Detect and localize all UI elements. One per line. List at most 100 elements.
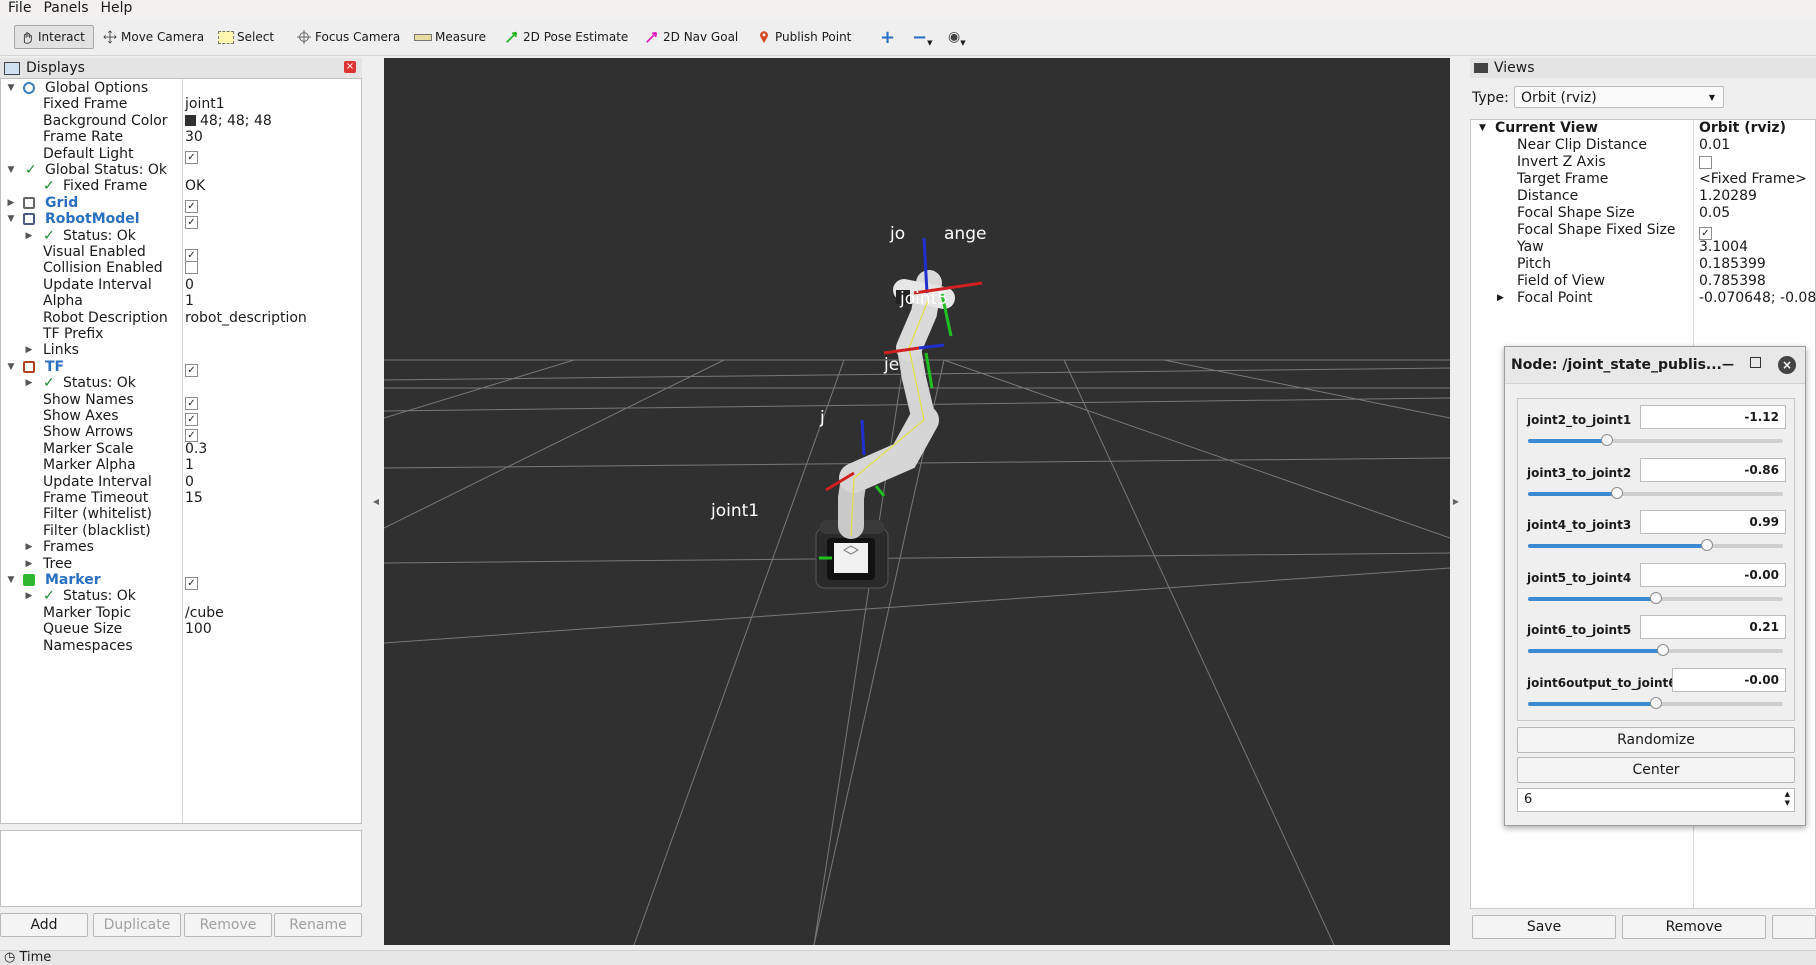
slider-handle[interactable] (1611, 486, 1624, 499)
type-label: Type: (1472, 90, 1509, 106)
view-property-row[interactable]: Invert Z Axis (1471, 154, 1816, 171)
view-property-row[interactable]: Target Frame <Fixed Frame> (1471, 171, 1816, 188)
focus-camera-label: Focus Camera (315, 30, 401, 44)
view-property-value: -0.070648; -0.0814 (1699, 290, 1816, 306)
joint-state-publisher-window[interactable]: Node: /joint_state_publis... — × joint2_… (1504, 346, 1806, 826)
view-property-row[interactable]: Focal Shape Size 0.05 (1471, 205, 1816, 222)
checkbox[interactable] (1699, 156, 1712, 169)
ruler-icon (414, 33, 432, 41)
view-property-label: Focal Point (1517, 290, 1593, 306)
joint-slider[interactable] (1528, 696, 1783, 709)
view-property-row[interactable]: Focal Shape Fixed Size ✓ (1471, 222, 1816, 240)
randomize-button[interactable]: Randomize (1517, 727, 1795, 753)
slider-handle[interactable] (1601, 434, 1614, 446)
joint-slider[interactable] (1528, 434, 1783, 446)
robot-icon (23, 213, 35, 226)
move-camera-button[interactable]: Move Camera (98, 25, 208, 49)
view-property-value: 0.01 (1699, 137, 1731, 153)
joint-value-field[interactable]: 0.21 (1640, 615, 1786, 639)
publish-point-label: Publish Point (775, 30, 852, 44)
view-type-value: Orbit (rviz) (1521, 90, 1597, 106)
joint-value-field[interactable]: 0.99 (1640, 510, 1786, 534)
joint-name-label: joint6output_to_joint6 (1527, 675, 1677, 690)
clock-icon: ◷ (4, 950, 16, 965)
menu-file[interactable]: File (0, 0, 37, 17)
publish-point-button[interactable]: Publish Point (752, 25, 855, 49)
slider-handle[interactable] (1700, 539, 1713, 551)
views-save-button[interactable]: Save (1472, 915, 1616, 939)
remove-tool-button[interactable]: − ▼ (908, 25, 936, 49)
minimize-icon[interactable]: — (1722, 357, 1734, 371)
magenta-arrow-icon (646, 31, 658, 43)
3d-viewport[interactable]: joint1 joint5 ange jo j je (384, 58, 1450, 945)
focus-camera-button[interactable]: Focus Camera (292, 25, 404, 49)
joint-slider[interactable] (1528, 644, 1783, 656)
joint-value-field[interactable]: -1.12 (1640, 405, 1786, 429)
menu-panels[interactable]: Panels (37, 0, 94, 17)
close-icon[interactable]: × (1778, 356, 1796, 374)
left-splitter[interactable]: ◀ (371, 58, 381, 945)
view-property-row[interactable]: Distance 1.20289 (1471, 188, 1816, 205)
add-tool-button[interactable]: + (876, 25, 899, 49)
slider-handle[interactable] (1657, 644, 1670, 656)
view-property-value: 0.185399 (1699, 256, 1766, 272)
eye-icon: ◉ (948, 29, 961, 45)
displays-tree[interactable]: ▼ Global Options Fixed Frame joint1 Backgrou… (0, 78, 362, 824)
measure-tool-button[interactable]: Measure (410, 25, 490, 49)
slider-handle[interactable] (1649, 591, 1662, 604)
tf-label-flange: ange (944, 224, 987, 244)
duplicate-display-button[interactable]: Duplicate (93, 913, 181, 937)
spin-arrows-icon[interactable]: ▲ ▼ (1785, 790, 1790, 808)
joint-value-field[interactable]: -0.86 (1640, 457, 1786, 482)
views-extra-button[interactable] (1772, 915, 1816, 939)
remove-display-button[interactable]: Remove (184, 913, 272, 937)
joint-value-field[interactable]: -0.00 (1672, 667, 1786, 692)
view-property-value: <Fixed Frame> (1699, 171, 1807, 187)
view-property-row[interactable]: Field of View 0.785398 (1471, 273, 1816, 290)
display-description-box (0, 830, 362, 907)
slider-handle[interactable] (1649, 696, 1662, 709)
add-display-button[interactable]: Add (0, 913, 88, 937)
views-title: Views (1494, 60, 1535, 76)
color-swatch[interactable] (185, 114, 196, 126)
view-property-value: 0.05 (1699, 205, 1731, 221)
menu-help[interactable]: Help (95, 0, 139, 17)
hand-icon (23, 32, 32, 44)
display-row[interactable]: Namespaces (1, 637, 361, 656)
view-property-row[interactable]: Pitch 0.185399 (1471, 256, 1816, 273)
view-property-row[interactable]: Near Clip Distance 0.01 (1471, 137, 1816, 154)
views-remove-button[interactable]: Remove (1622, 915, 1766, 939)
checkbox[interactable] (185, 261, 198, 275)
crosshair-icon (297, 30, 311, 44)
view-options-button[interactable]: ◉ ▼ (944, 25, 970, 49)
chevron-right-icon[interactable]: ▶ (1497, 290, 1504, 307)
select-tool-button[interactable]: Select (214, 25, 278, 49)
joint-name-label: joint5_to_joint4 (1527, 570, 1632, 585)
view-property-row[interactable]: ▶ Focal Point -0.070648; -0.0814 (1471, 290, 1816, 307)
view-property-value (1699, 154, 1712, 172)
view-type-select[interactable]: Orbit (rviz) ▼ (1514, 86, 1724, 108)
close-icon[interactable]: × (344, 61, 356, 73)
maximize-icon[interactable] (1750, 357, 1761, 368)
joint-slider-row: joint6_to_joint5 0.21 (1518, 615, 1794, 667)
scene-svg (384, 237, 1450, 945)
interact-tool-button[interactable]: Interact (14, 25, 94, 49)
joint-value-field[interactable]: -0.00 (1640, 562, 1786, 587)
slider-count-spinbox[interactable]: 6 ▲ ▼ (1517, 788, 1795, 812)
center-button[interactable]: Center (1517, 757, 1795, 783)
right-splitter[interactable]: ▶ (1451, 58, 1461, 945)
joint-name-label: joint4_to_joint3 (1527, 518, 1632, 532)
node-window-titlebar[interactable]: Node: /joint_state_publis... — × (1505, 347, 1805, 384)
rename-display-button[interactable]: Rename (274, 913, 362, 937)
pose-estimate-button[interactable]: 2D Pose Estimate (500, 25, 632, 49)
joint-slider[interactable] (1528, 539, 1783, 551)
slider-fill (1528, 596, 1656, 601)
slider-fill (1528, 701, 1656, 706)
joint-slider[interactable] (1528, 591, 1783, 604)
nav-goal-label: 2D Nav Goal (663, 30, 739, 44)
chevron-down-icon: ▼ (927, 39, 933, 47)
view-property-row[interactable]: Yaw 3.1004 (1471, 239, 1816, 256)
current-view-row[interactable]: ▼ Current View Orbit (rviz) (1471, 120, 1816, 137)
nav-goal-button[interactable]: 2D Nav Goal (640, 25, 742, 49)
joint-slider[interactable] (1528, 486, 1783, 499)
